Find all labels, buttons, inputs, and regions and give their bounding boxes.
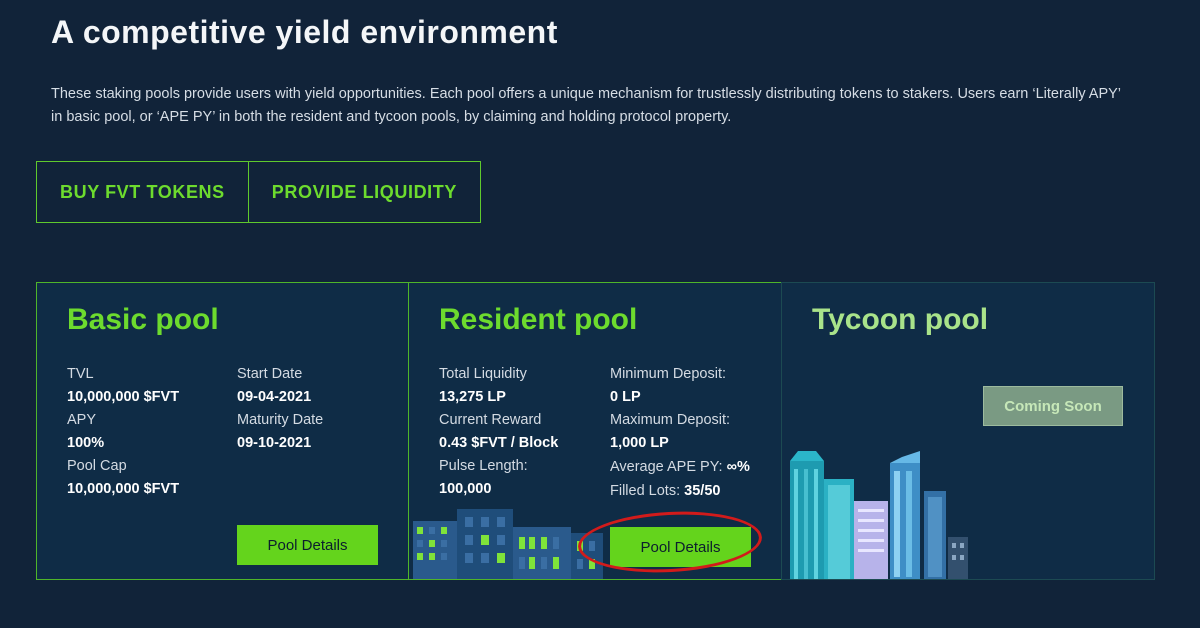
buy-fvt-tokens-button[interactable]: BUY FVT TOKENS <box>37 162 248 222</box>
minimum-deposit-label: Minimum Deposit: <box>610 366 727 382</box>
maximum-deposit-value: 1,000 LP <box>610 435 669 451</box>
page-title: A competitive yield environment <box>51 14 558 50</box>
page-description: These staking pools provide users with y… <box>51 86 1121 125</box>
resident-pool-details-button[interactable]: Pool Details <box>610 527 751 567</box>
action-button-group: BUY FVT TOKENS PROVIDE LIQUIDITY <box>36 161 481 223</box>
basic-pool-card: Basic pool TVL 10,000,000 $FVT APY 100% … <box>36 282 409 580</box>
pulse-length-label: Pulse Length: <box>439 458 528 474</box>
tvl-value: 10,000,000 $FVT <box>67 389 180 405</box>
current-reward-label: Current Reward <box>439 412 542 428</box>
tycoon-pool-title: Tycoon pool <box>812 303 989 336</box>
average-ape-py-value: ∞% <box>726 459 750 475</box>
total-liquidity-label: Total Liquidity <box>439 366 527 382</box>
basic-pool-stats-left: TVL 10,000,000 $FVT APY 100% Pool Cap 10… <box>67 363 179 501</box>
basic-pool-stats-right: Start Date 09-04-2021 Maturity Date 09-1… <box>237 363 323 455</box>
resident-pool-title: Resident pool <box>439 303 638 336</box>
resident-pool-card: Resident pool Total Liquidity 13,275 LP … <box>408 282 782 580</box>
apy-value: 100% <box>67 435 105 451</box>
maximum-deposit-label: Maximum Deposit: <box>610 412 731 428</box>
resident-buildings-illustration <box>413 509 603 579</box>
apy-label: APY <box>67 412 97 428</box>
total-liquidity-value: 13,275 LP <box>439 389 506 405</box>
maturity-date-label: Maturity Date <box>237 412 324 428</box>
basic-pool-title: Basic pool <box>67 303 219 336</box>
maturity-date-value: 09-10-2021 <box>237 435 312 451</box>
basic-pool-details-button[interactable]: Pool Details <box>237 525 378 565</box>
filled-lots-label: Filled Lots: <box>610 483 681 499</box>
coming-soon-button[interactable]: Coming Soon <box>983 386 1123 426</box>
resident-pool-stats-right: Minimum Deposit: 0 LP Maximum Deposit: 1… <box>610 363 750 503</box>
pool-cap-label: Pool Cap <box>67 458 127 474</box>
provide-liquidity-button[interactable]: PROVIDE LIQUIDITY <box>247 162 480 222</box>
current-reward-value: 0.43 $FVT / Block <box>439 435 559 451</box>
resident-pool-stats-left: Total Liquidity 13,275 LP Current Reward… <box>439 363 558 501</box>
start-date-label: Start Date <box>237 366 303 382</box>
pool-cap-value: 10,000,000 $FVT <box>67 481 180 497</box>
tycoon-pool-card: Tycoon pool Coming Soon <box>781 282 1155 580</box>
minimum-deposit-value: 0 LP <box>610 389 641 405</box>
average-ape-py-row: Average APE PY: ∞% <box>610 455 750 479</box>
start-date-value: 09-04-2021 <box>237 389 312 405</box>
average-ape-py-label: Average APE PY: <box>610 459 723 475</box>
pulse-length-value: 100,000 <box>439 481 492 497</box>
tycoon-skyline-illustration <box>790 451 968 579</box>
filled-lots-value: 35/50 <box>684 483 721 499</box>
filled-lots-row: Filled Lots: 35/50 <box>610 479 750 503</box>
tvl-label: TVL <box>67 366 94 382</box>
